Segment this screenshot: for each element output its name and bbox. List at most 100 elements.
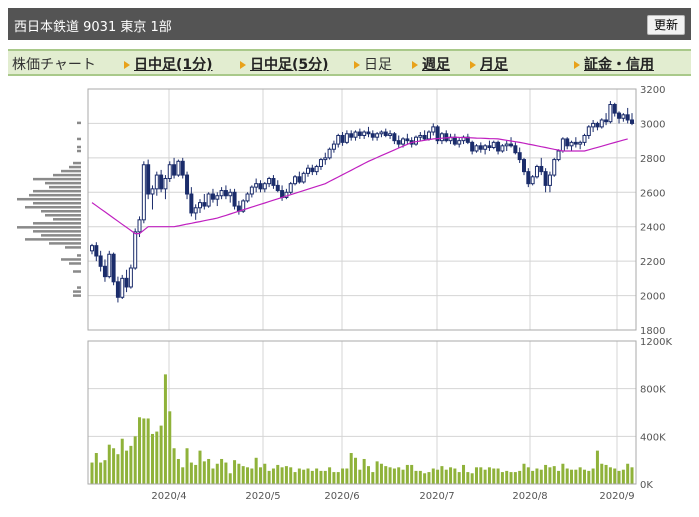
volume-bar [189,462,193,484]
candle-body [625,114,630,121]
volume-bar [487,467,491,484]
volume-bar [194,464,198,484]
candle-body [115,281,120,298]
candle-body [150,188,155,195]
profile-bar [61,169,81,173]
candle-body [258,183,263,190]
candle-body [163,178,168,190]
candle-body [210,193,215,200]
volume-bar [228,473,232,484]
candle-body [401,138,406,145]
volume-bar [306,468,310,484]
volume-bar [500,472,504,484]
candle-body [310,167,315,173]
profile-bar [53,173,81,177]
volume-bar [557,470,561,484]
volume-bar [582,469,586,484]
volume-bar [453,468,457,484]
volume-bar [362,458,366,484]
volume-bar [604,464,608,484]
volume-bar [276,464,280,484]
volume-bar [578,467,582,484]
volume-bar [263,463,267,484]
volume-bar [280,467,284,484]
candle-body [418,134,423,138]
volume-bar [267,470,271,484]
profile-bar [29,193,81,197]
volume-bar [120,438,124,484]
candle-body [267,178,272,185]
candle-body [102,265,107,278]
profile-bar [17,226,81,229]
candle-body [565,138,570,147]
volume-bar [526,467,530,484]
candle-body [379,131,384,135]
candle-body [90,245,94,252]
volume-bar [392,468,396,484]
volume-bar [241,466,245,484]
date-tick-label: 2020/5 [245,491,280,502]
candle-body [107,253,112,278]
volume-bar [492,468,496,484]
candle-body [167,164,172,180]
profile-bar [41,210,81,213]
volume-bar [466,472,470,484]
volume-axis: 1200K 800K 400K 0K [640,337,672,491]
volume-bar [379,463,383,484]
candle-body [604,119,609,123]
candle-body [608,103,613,123]
volume-bar [366,466,370,484]
volume-bar [574,469,578,484]
volume-bar [401,469,405,484]
candle-body [547,174,552,186]
candle-body [556,150,561,161]
volume-bar [202,461,206,484]
candle-body [331,143,336,150]
candle-body [392,133,397,142]
candle-body [560,138,565,152]
candle-body [228,191,233,197]
candle-body [353,131,358,138]
volume-bar [332,472,336,484]
candle-body [388,133,393,136]
candle-body [314,165,319,173]
volume-bar [90,462,94,484]
volume-bar [621,469,625,484]
candle-body [193,207,198,214]
volume-bar [129,445,133,484]
volume-bar [626,463,630,484]
candle-body [159,174,164,190]
candle-body [383,131,388,136]
volume-bar [570,469,574,484]
price-axis: 3200 3000 2800 2600 2400 2200 2000 1800 [640,85,665,337]
candle-body [630,119,634,124]
candle-body [439,133,444,142]
candle-body [180,160,185,176]
candle-body [509,143,514,147]
profile-bar [49,185,81,189]
candle-body [504,143,509,147]
volume-bar [198,450,202,484]
candle-body [198,202,202,209]
candle-body [215,195,220,200]
volume-bar [211,468,215,484]
volume-bar [496,468,500,484]
profile-bar [69,165,81,169]
profile-bar [45,181,81,185]
volume-bar [595,450,599,484]
volume-tick-label: 400K [640,432,666,443]
date-tick-label: 2020/8 [512,491,547,502]
candle-body [552,159,557,176]
candle-body [137,219,142,233]
volume-bar [410,464,414,484]
candle-body [280,190,285,198]
candle-body [414,136,418,145]
candle-body [405,138,410,142]
volume-bar [354,457,358,484]
volume-bar [561,463,565,484]
volume-bar [431,468,435,484]
volume-bar [142,418,146,484]
volume-bar [138,417,142,484]
profile-bar [73,270,81,273]
volume-bar [271,468,275,484]
